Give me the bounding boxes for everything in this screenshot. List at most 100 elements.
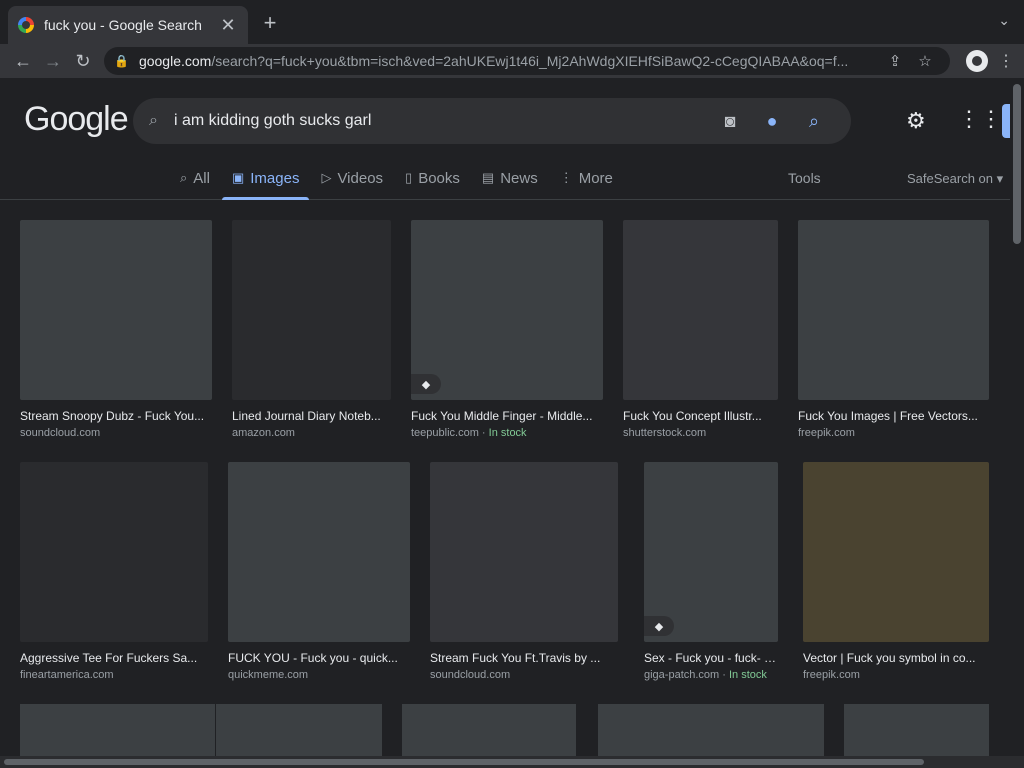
image-result[interactable]: Aggressive Tee For Fuckers Sa... finearta… <box>20 462 208 681</box>
browser-menu-icon[interactable]: ⋮ <box>996 51 1016 71</box>
tab-books-icon: ▯ <box>405 170 413 185</box>
image-result-partial[interactable] <box>216 704 382 756</box>
bookmark-star-icon[interactable]: ☆ <box>910 52 940 70</box>
result-source-domain: shutterstock.com <box>623 427 707 439</box>
tab-news-icon: ▤ <box>481 170 495 185</box>
result-source-domain: amazon.com <box>232 427 295 439</box>
tab-label: Images <box>250 170 300 187</box>
tab-books[interactable]: ▯ Books <box>405 162 460 200</box>
new-tab-icon[interactable]: + <box>258 10 282 36</box>
share-icon[interactable]: ⇪ <box>880 52 910 70</box>
separator: · <box>478 427 489 439</box>
image-result-partial[interactable] <box>402 704 576 756</box>
search-input[interactable] <box>173 112 709 130</box>
address-bar[interactable]: 🔒 google.com/search?q=fuck+you&tbm=isch&… <box>104 47 950 75</box>
tab-all[interactable]: ⌕ All <box>180 162 210 200</box>
result-title[interactable]: Fuck You Middle Finger - Middle... <box>411 409 603 423</box>
result-source: soundcloud.com <box>430 669 618 681</box>
browser-toolbar: ← → ↻ 🔒 google.com/search?q=fuck+you&tbm… <box>0 44 1024 78</box>
result-title[interactable]: Aggressive Tee For Fuckers Sa... <box>20 651 208 665</box>
horizontal-scrollbar[interactable] <box>0 756 1024 768</box>
image-result[interactable]: Stream Snoopy Dubz - Fuck You... soundclo… <box>20 220 212 439</box>
tab-label: More <box>578 170 613 187</box>
result-source: quickmeme.com <box>228 669 410 681</box>
image-result[interactable]: Fuck You Images | Free Vectors... freepik… <box>798 220 989 439</box>
tab-videos[interactable]: ▷ Videos <box>321 162 383 200</box>
search-tabs: ⌕ All ▣ Images ▷ Videos ▯ Books ▤ News ⋮ More <box>180 162 635 200</box>
url-host: google.com <box>138 53 212 69</box>
result-title[interactable]: Sex - Fuck you - fuck- P... <box>644 651 778 665</box>
image-result-partial[interactable] <box>598 704 824 756</box>
back-button[interactable]: ← <box>8 51 38 72</box>
result-title[interactable]: FUCK YOU - Fuck you - quick... <box>228 651 410 665</box>
image-result-partial[interactable] <box>844 704 989 756</box>
result-source: giga-patch.com · In stock <box>644 669 778 681</box>
tab-label: Videos <box>337 170 384 187</box>
browser-tab-bar: fuck you - Google Search ✕ + ⌄ <box>0 0 1024 44</box>
product-tag-icon: ◆ <box>644 616 674 636</box>
tab-more-icon: ⋮ <box>559 170 573 185</box>
result-source-domain: freepik.com <box>798 427 855 439</box>
search-submit-icon[interactable]: ⌕ <box>793 111 835 132</box>
close-tab-icon[interactable]: ✕ <box>218 15 238 36</box>
result-source-domain: freepik.com <box>803 669 860 681</box>
google-header: Google ⌕ ◙ ● ⌕ ⚙ ⋮⋮⋮ ⌕All▣Images▷Videos▯… <box>0 78 1024 200</box>
horizontal-scrollbar-thumb[interactable] <box>4 759 924 765</box>
tab-title: fuck you - Google Search <box>44 17 202 33</box>
result-thumbnail[interactable] <box>623 220 778 400</box>
tab-images[interactable]: ▣ Images <box>222 162 309 200</box>
image-result-partial[interactable] <box>20 704 215 756</box>
tab-label: News <box>500 170 538 187</box>
result-thumbnail[interactable]: ◆ <box>411 220 603 400</box>
result-source: amazon.com <box>232 427 391 439</box>
result-thumbnail[interactable] <box>20 220 212 400</box>
image-result[interactable]: Lined Journal Diary Noteb... amazon.com <box>232 220 391 439</box>
tab-news[interactable]: ▤ News <box>482 162 538 200</box>
url-text[interactable]: google.com/search?q=fuck+you&tbm=isch&ve… <box>139 53 880 69</box>
result-title[interactable]: Lined Journal Diary Noteb... <box>232 409 391 423</box>
tab-more[interactable]: ⋮ More <box>560 162 613 200</box>
tab-all-icon: ⌕ <box>180 170 188 185</box>
vertical-scrollbar[interactable] <box>1010 78 1024 768</box>
result-thumbnail[interactable] <box>232 220 391 400</box>
safesearch-toggle[interactable]: SafeSearch on ▾ <box>907 171 1003 187</box>
tab-label: All <box>193 170 210 187</box>
forward-button[interactable]: → <box>38 51 68 72</box>
result-thumbnail[interactable] <box>798 220 989 400</box>
tab-search-icon[interactable]: ⌄ <box>998 12 1010 29</box>
result-title[interactable]: Stream Snoopy Dubz - Fuck You... <box>20 409 212 423</box>
camera-icon[interactable]: ◙ <box>709 111 751 132</box>
result-thumbnail[interactable] <box>20 462 208 642</box>
image-result[interactable]: FUCK YOU - Fuck you - quick... quickmeme.… <box>228 462 410 681</box>
result-title[interactable]: Stream Fuck You Ft.Travis by ... <box>430 651 618 665</box>
scrollbar-thumb[interactable] <box>1013 84 1021 244</box>
result-thumbnail[interactable] <box>228 462 410 642</box>
result-thumbnail[interactable] <box>803 462 989 642</box>
microphone-icon[interactable]: ● <box>751 111 793 132</box>
result-source: shutterstock.com <box>623 427 778 439</box>
settings-gear-icon[interactable]: ⚙ <box>906 108 926 134</box>
result-source-domain: quickmeme.com <box>228 669 309 681</box>
image-result[interactable]: Vector | Fuck you symbol in co... freepik… <box>803 462 989 681</box>
image-result[interactable]: Stream Fuck You Ft.Travis by ... soundclo… <box>430 462 618 681</box>
result-thumbnail[interactable]: ◆ <box>644 462 778 642</box>
browser-tab[interactable]: fuck you - Google Search ✕ <box>8 6 248 44</box>
image-result[interactable]: Fuck You Concept Illustr... shutterstock.… <box>623 220 778 439</box>
image-result[interactable]: ◆ Sex - Fuck you - fuck- P... giga-patch.c… <box>644 462 778 681</box>
result-title[interactable]: Vector | Fuck you symbol in co... <box>803 651 989 665</box>
google-logo[interactable]: Google <box>24 100 129 139</box>
result-source-domain: fineartamerica.com <box>20 669 114 681</box>
lock-icon[interactable]: 🔒 <box>114 54 129 68</box>
tab-label: Books <box>418 170 460 187</box>
profile-avatar-icon[interactable] <box>966 50 988 72</box>
separator: · <box>719 669 729 681</box>
tools-button[interactable]: Tools <box>788 170 821 186</box>
result-thumbnail[interactable] <box>430 462 618 642</box>
tab-videos-icon: ▷ <box>321 170 332 185</box>
search-icon: ⌕ <box>149 112 158 129</box>
image-result[interactable]: ◆ Fuck You Middle Finger - Middle... teepu… <box>411 220 603 439</box>
reload-button[interactable]: ↻ <box>68 51 98 72</box>
result-source-domain: teepublic.com <box>411 427 479 439</box>
result-title[interactable]: Fuck You Concept Illustr... <box>623 409 778 423</box>
result-title[interactable]: Fuck You Images | Free Vectors... <box>798 409 989 423</box>
